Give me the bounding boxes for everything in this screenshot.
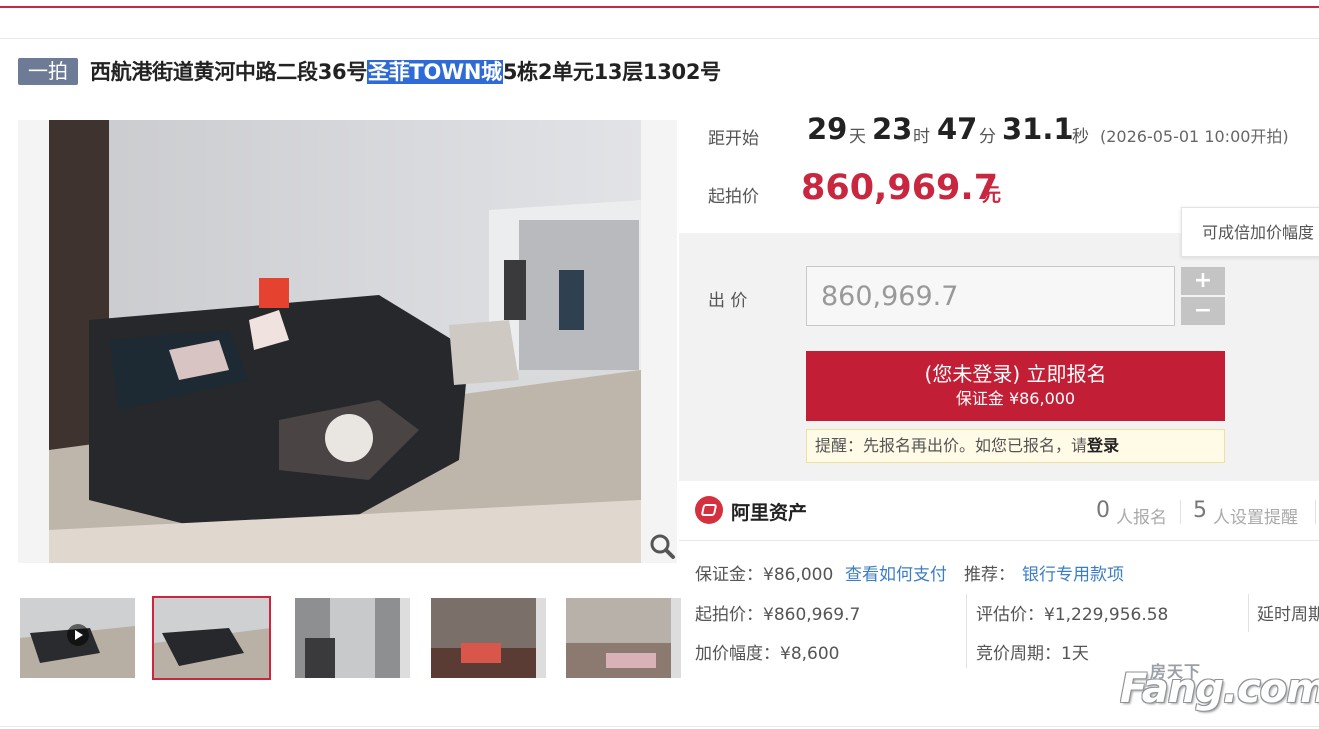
- recommend-label: 推荐：: [964, 565, 1015, 585]
- ali-asset-logo-icon: [695, 496, 723, 524]
- thumbnail-photo-3[interactable]: [431, 598, 546, 678]
- bid-label: 出 价: [708, 291, 748, 311]
- bank-payment-link[interactable]: 银行专用款项: [1022, 560, 1124, 585]
- signup-count: 0: [1096, 498, 1110, 523]
- signup-notice: 提醒：先报名再出价。如您已报名，请登录: [806, 429, 1225, 463]
- bidding-cycle: 竞价周期：1天: [976, 644, 1089, 664]
- how-to-pay-link[interactable]: 查看如何支付: [845, 560, 947, 585]
- increase-bid-button[interactable]: +: [1181, 267, 1225, 295]
- countdown-seconds: 31.1: [1002, 112, 1074, 146]
- thumbnail-photo-2[interactable]: [295, 598, 410, 678]
- stat-divider: [1180, 500, 1181, 524]
- play-icon[interactable]: [67, 624, 89, 646]
- magnifier-icon[interactable]: [648, 532, 676, 560]
- auction-start-time: (2026-05-01 10:00开拍): [1100, 127, 1289, 146]
- top-accent-rule: [0, 6, 1319, 8]
- countdown-hours: 23: [872, 112, 913, 146]
- title-part-unit: 5栋2单元13层1302号: [502, 60, 721, 84]
- countdown-seconds-unit: 秒: [1072, 127, 1089, 147]
- countdown-minutes-unit: 分: [979, 127, 996, 147]
- thumbnail-photo-1[interactable]: [152, 596, 271, 680]
- bid-amount-input[interactable]: 860,969.7: [806, 266, 1175, 326]
- bid-multiple-tooltip: 可成倍加价幅度: [1181, 207, 1319, 257]
- login-link[interactable]: 登录: [1087, 436, 1119, 455]
- platform-name: 阿里资产: [731, 502, 808, 524]
- header-divider: [0, 38, 1319, 39]
- starting-price-unit: 元: [982, 184, 1002, 206]
- signup-button-label: (您未登录) 立即报名: [924, 362, 1107, 386]
- starting-price-value: 860,969.7: [801, 168, 999, 208]
- signup-button[interactable]: (您未登录) 立即报名 保证金 ¥86,000: [806, 351, 1225, 421]
- thumbnail-photo-4[interactable]: [566, 598, 681, 678]
- main-photo[interactable]: [49, 120, 641, 563]
- watermark-en: Fang.com: [1120, 666, 1319, 712]
- section-divider: [679, 540, 1319, 541]
- delay-cycle: 延时周期: [1257, 605, 1319, 625]
- countdown-hours-unit: 时: [913, 127, 930, 147]
- detail-divider: [966, 594, 967, 668]
- notice-text: 提醒：先报名再出价。如您已报名，请: [815, 436, 1088, 455]
- signup-deposit-label: 保证金 ¥86,000: [955, 389, 1076, 408]
- decrease-bid-button[interactable]: −: [1181, 297, 1225, 325]
- starting-price-label: 起拍价: [708, 187, 759, 207]
- detail-divider: [1248, 594, 1249, 632]
- title-part-highlight: 圣菲TOWN城: [367, 60, 503, 84]
- countdown-days: 29: [807, 112, 848, 146]
- reminder-count: 5: [1193, 498, 1207, 523]
- countdown-label: 距开始: [708, 129, 759, 149]
- title-part-address: 西航港街道黄河中路二段36号: [90, 60, 368, 84]
- deposit-info: 保证金：¥86,000: [695, 565, 834, 585]
- auction-round-badge: 一拍: [18, 58, 78, 85]
- listing-title: 西航港街道黄河中路二段36号圣菲TOWN城5栋2单元13层1302号: [90, 56, 721, 86]
- appraisal-price: 评估价：¥1,229,956.58: [976, 605, 1169, 625]
- countdown-days-unit: 天: [849, 127, 866, 147]
- fang-watermark: 房天下 Fang.com: [1118, 656, 1319, 712]
- footer-divider: [0, 726, 1319, 727]
- countdown-minutes: 47: [937, 112, 978, 146]
- detail-starting-price: 起拍价：¥860,969.7: [695, 605, 861, 625]
- stat-divider: [1315, 500, 1316, 524]
- reminder-count-label: 人设置提醒: [1213, 508, 1298, 528]
- bid-increment: 加价幅度：¥8,600: [695, 644, 840, 664]
- signup-count-label: 人报名: [1116, 508, 1167, 528]
